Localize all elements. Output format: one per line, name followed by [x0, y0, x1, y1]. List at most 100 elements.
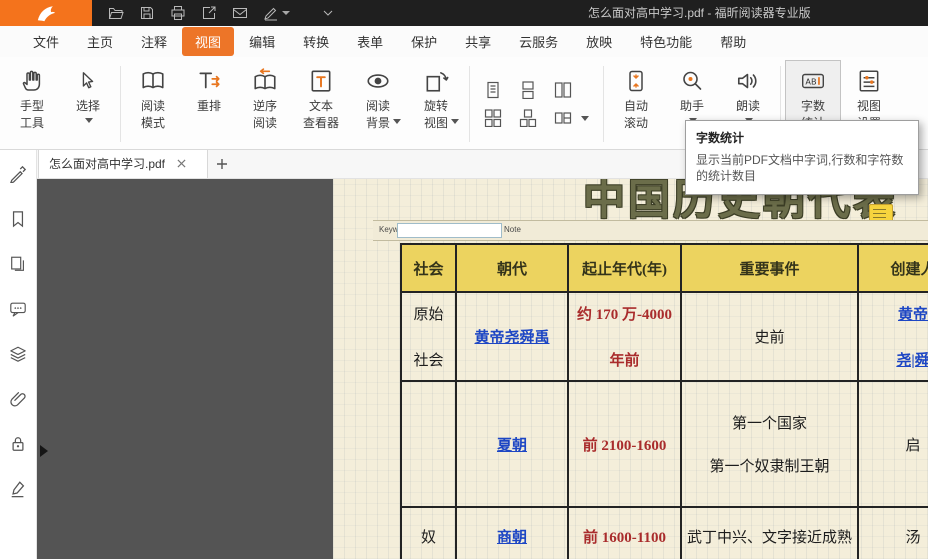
tab-close-icon[interactable]	[177, 159, 186, 168]
eye-icon	[364, 66, 392, 96]
table-cell-period: 约 170 万-4000 年前	[569, 293, 682, 382]
export-button[interactable]	[201, 5, 217, 21]
new-tab-button[interactable]	[208, 150, 236, 178]
read-background-button[interactable]: 阅读 背景	[349, 60, 407, 148]
panel-expand-handle[interactable]	[40, 445, 48, 457]
layers-panel-button[interactable]	[0, 331, 36, 376]
ribbon-separator	[120, 66, 121, 142]
menu-convert[interactable]: 转换	[290, 27, 342, 56]
export-icon	[201, 5, 217, 21]
hand-icon	[20, 66, 44, 96]
pdf-page: 中国历史朝代表 Keyword Note 社会 朝代 起止年代(年) 重要事件 …	[333, 178, 928, 559]
menu-file[interactable]: 文件	[20, 27, 72, 56]
continuous-page-button[interactable]	[519, 81, 537, 99]
save-button[interactable]	[139, 5, 155, 21]
reverse-read-button[interactable]: 逆序 阅读	[237, 60, 293, 148]
ribbon-separator	[603, 66, 604, 142]
founder-link[interactable]: 尧|舜	[896, 349, 928, 370]
dynasty-link[interactable]: 黄帝尧舜禹	[474, 326, 549, 347]
select-tool-button[interactable]: 选择	[60, 60, 116, 148]
book-icon	[140, 66, 166, 96]
foxit-fox-icon	[35, 3, 57, 23]
menu-form[interactable]: 表单	[344, 27, 396, 56]
menu-comment[interactable]: 注释	[128, 27, 180, 56]
document-view[interactable]: 中国历史朝代表 Keyword Note 社会 朝代 起止年代(年) 重要事件 …	[36, 178, 928, 559]
chevron-down-icon	[321, 6, 335, 20]
reflow-button[interactable]: 重排	[181, 60, 237, 148]
menu-features[interactable]: 特色功能	[627, 27, 705, 56]
menu-share[interactable]: 共享	[452, 27, 504, 56]
customize-toolbar-button[interactable]	[321, 6, 335, 20]
print-button[interactable]	[170, 5, 186, 21]
tooltip-body: 显示当前PDF文档中字词,行数和字符数的统计数目	[696, 152, 908, 184]
rotate-view-button[interactable]: 旋转 视图	[407, 60, 465, 148]
dynasty-link[interactable]: 商朝	[497, 526, 527, 547]
mail-button[interactable]	[232, 5, 248, 21]
signature-panel-button[interactable]	[0, 466, 36, 511]
menu-view[interactable]: 视图	[182, 27, 234, 56]
table-cell-society: 奴	[402, 508, 457, 559]
table-cell-period: 前 2100-1600	[569, 382, 682, 508]
facing-page-button[interactable]	[554, 81, 572, 99]
page-display-group	[474, 60, 599, 148]
col-header-founder: 创建人	[859, 245, 928, 293]
menu-protect[interactable]: 保护	[398, 27, 450, 56]
dropdown-caret-icon	[282, 11, 290, 15]
founder-link[interactable]: 黄帝	[898, 303, 928, 324]
ribbon-separator	[469, 66, 470, 142]
menu-home[interactable]: 主页	[74, 27, 126, 56]
auto-scroll-button[interactable]: 自动 滚动	[608, 60, 664, 148]
open-file-button[interactable]	[108, 5, 124, 21]
menu-cloud[interactable]: 云服务	[506, 27, 571, 56]
table-cell-period: 前 1600-1100	[569, 508, 682, 559]
bookmarks-panel-button[interactable]	[0, 196, 36, 241]
menu-help[interactable]: 帮助	[707, 27, 759, 56]
table-cell-events: 史前	[682, 293, 859, 382]
dropdown-caret-icon[interactable]	[581, 116, 589, 121]
col-header-society: 社会	[402, 245, 457, 293]
tab-title: 怎么面对高中学习.pdf	[49, 155, 165, 172]
window-title: 怎么面对高中学习.pdf - 福昕阅读器专业版	[588, 0, 811, 26]
table-cell-events: 武丁中兴、文字接近成熟	[682, 508, 859, 559]
text-viewer-icon	[308, 66, 334, 96]
view-settings-icon	[856, 66, 882, 96]
pen-sign-icon	[263, 5, 279, 21]
menu-edit[interactable]: 编辑	[236, 27, 288, 56]
table-cell-founder: 启	[859, 382, 928, 508]
menu-present[interactable]: 放映	[573, 27, 625, 56]
navigation-sidebar	[0, 145, 37, 559]
table-cell-dynasty: 黄帝尧舜禹	[457, 293, 569, 382]
speaker-icon	[735, 66, 761, 96]
read-mode-button[interactable]: 阅读 模式	[125, 60, 181, 148]
keyword-field[interactable]	[397, 223, 502, 238]
table-cell-society: 原始 社会	[402, 293, 457, 382]
single-page-button[interactable]	[484, 81, 502, 99]
split-view-button[interactable]	[554, 109, 572, 127]
auto-scroll-icon	[624, 66, 648, 96]
reverse-book-icon	[252, 66, 278, 96]
annotate-quill-button[interactable]	[0, 151, 36, 196]
assistant-magnifier-icon	[680, 66, 704, 96]
table-cell-dynasty: 夏朝	[457, 382, 569, 508]
quick-sign-button[interactable]	[263, 5, 290, 21]
quick-access-toolbar	[108, 5, 335, 21]
hand-tool-button[interactable]: 手型 工具	[4, 60, 60, 148]
comments-panel-button[interactable]	[0, 286, 36, 331]
form-header-band: Keyword Note	[373, 220, 928, 241]
table-cell-founder: 汤	[859, 508, 928, 559]
continuous-facing-button[interactable]	[484, 109, 502, 127]
col-header-period: 起止年代(年)	[569, 245, 682, 293]
foxit-logo[interactable]	[0, 0, 92, 26]
cover-facing-button[interactable]	[519, 109, 537, 127]
select-cursor-icon	[77, 66, 99, 96]
attachments-panel-button[interactable]	[0, 376, 36, 421]
document-tab[interactable]: 怎么面对高中学习.pdf	[38, 147, 208, 178]
dropdown-caret-icon	[85, 118, 93, 123]
dynasty-link[interactable]: 夏朝	[497, 434, 527, 455]
security-panel-button[interactable]	[0, 421, 36, 466]
rotate-icon	[422, 66, 450, 96]
text-viewer-button[interactable]: 文本 查看器	[293, 60, 349, 148]
printer-icon	[170, 5, 186, 21]
table-cell-dynasty: 商朝	[457, 508, 569, 559]
pages-panel-button[interactable]	[0, 241, 36, 286]
